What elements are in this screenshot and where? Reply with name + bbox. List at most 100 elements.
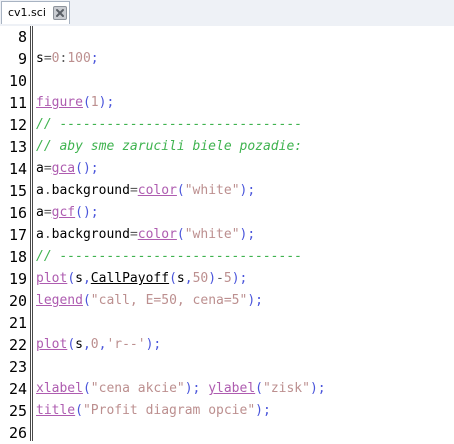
code-token: ) (208, 271, 217, 286)
line-number: 24 (8, 380, 27, 398)
code-token: ( (75, 205, 83, 220)
code-token: 'r--' (106, 337, 146, 352)
code-token: . (43, 183, 52, 198)
line-number: 9 (17, 50, 27, 68)
code-token: ; (106, 95, 115, 110)
code-text[interactable]: plot(s,CallPayoff(s,50)-5); (36, 268, 247, 290)
code-token: a (36, 183, 44, 198)
code-text[interactable]: s=0:100; (36, 48, 99, 70)
code-text[interactable]: plot(s,0,'r--'); (36, 334, 161, 356)
line-number: 21 (8, 314, 27, 332)
code-text[interactable]: legend("call, E=50, cena=5"); (36, 290, 263, 312)
code-line[interactable]: 25 title("Profit diagram opcie"); (0, 400, 454, 422)
code-token: ; (90, 161, 99, 176)
code-token: ) (309, 381, 318, 396)
code-token: ( (176, 183, 185, 198)
code-text[interactable]: xlabel("cena akcie"); ylabel("zisk"); (36, 378, 326, 400)
code-token: ; (153, 337, 162, 352)
code-token: - (216, 271, 224, 286)
code-text[interactable]: a.background=color("white"); (36, 224, 255, 246)
code-token: gca (51, 161, 76, 176)
code-token: // ------------------------------- (36, 249, 303, 264)
code-line[interactable]: 18 // ------------------------------- (0, 246, 454, 268)
code-token: "zisk" (263, 381, 310, 396)
code-token: legend (36, 293, 83, 308)
code-token: CallPayoff (90, 271, 170, 286)
code-text[interactable]: figure(1); (36, 92, 114, 114)
code-token: ; (239, 271, 248, 286)
code-token: 100 (67, 51, 91, 66)
code-token: color (137, 183, 177, 198)
code-token: background (51, 183, 130, 198)
code-token: = (43, 161, 52, 176)
code-text[interactable]: // ------------------------------- (36, 114, 302, 136)
code-token: , (82, 271, 91, 286)
code-token: , (184, 271, 193, 286)
line-number: 11 (8, 94, 27, 112)
code-token: ylabel (208, 381, 256, 396)
code-text[interactable]: title("Profit diagram opcie"); (36, 400, 271, 422)
code-token: a (36, 161, 44, 176)
code-line[interactable]: 8 (0, 26, 454, 48)
editor-tab-bar: cv1.sci (0, 0, 454, 26)
code-token: 50 (192, 271, 209, 286)
line-number: 16 (8, 204, 27, 222)
code-token: ( (169, 271, 177, 286)
code-token: ; (255, 293, 263, 308)
code-token: ( (82, 293, 91, 308)
code-line[interactable]: 13 // aby sme zarucili biele pozadie: (0, 136, 454, 158)
code-line[interactable]: 19 plot(s,CallPayoff(s,50)-5); (0, 268, 454, 290)
code-token: figure (36, 95, 83, 110)
code-text[interactable]: // ------------------------------- (36, 246, 302, 268)
code-line[interactable]: 15 a.background=color("white"); (0, 180, 454, 202)
tab-cv1-sci[interactable]: cv1.sci (1, 1, 70, 24)
code-line[interactable]: 16 a=gcf(); (0, 202, 454, 224)
code-token: s (176, 271, 185, 286)
code-token: = (129, 227, 138, 242)
code-line[interactable]: 17 a.background=color("white"); (0, 224, 454, 246)
code-token: ( (176, 227, 185, 242)
code-token: ; (317, 381, 326, 396)
code-token: , (82, 337, 91, 352)
code-token: ( (75, 161, 83, 176)
code-token: s (36, 51, 44, 66)
line-number: 8 (17, 28, 27, 46)
code-editor[interactable]: 8 9 s=0:100; 10 11 figure(1); 12 // -----------… (0, 26, 454, 442)
tab-label: cv1.sci (8, 6, 46, 19)
code-token: plot (36, 337, 68, 352)
line-number: 17 (8, 226, 27, 244)
code-token: // aby sme zarucili biele pozadie: (36, 139, 303, 154)
code-token: title (36, 403, 76, 418)
code-text[interactable]: a.background=color("white"); (36, 180, 255, 202)
code-token: a (36, 205, 44, 220)
line-number: 10 (8, 72, 27, 90)
code-line[interactable]: 11 figure(1); (0, 92, 454, 114)
code-line[interactable]: 20 legend("call, E=50, cena=5"); (0, 290, 454, 312)
code-line[interactable]: 23 (0, 356, 454, 378)
code-token: "Profit diagram opcie" (82, 403, 256, 418)
close-icon[interactable] (53, 6, 67, 20)
code-text[interactable]: // aby sme zarucili biele pozadie: (36, 136, 302, 158)
code-token: // ------------------------------- (36, 117, 303, 132)
code-token: ) (82, 205, 91, 220)
code-line[interactable]: 21 (0, 312, 454, 334)
code-token: = (43, 51, 52, 66)
code-line[interactable]: 9 s=0:100; (0, 48, 454, 70)
code-line[interactable]: 14 a=gca(); (0, 158, 454, 180)
code-token: "white" (184, 183, 240, 198)
code-text[interactable]: a=gcf(); (36, 202, 99, 224)
code-text[interactable]: a=gca(); (36, 158, 99, 180)
code-line[interactable]: 12 // ------------------------------- (0, 114, 454, 136)
code-token: xlabel (36, 381, 83, 396)
line-number: 22 (8, 336, 27, 354)
code-line[interactable]: 24 xlabel("cena akcie"); ylabel("zisk"); (0, 378, 454, 400)
code-token: ( (82, 95, 91, 110)
code-token: = (43, 205, 52, 220)
code-token: ) (255, 403, 263, 418)
code-token: ( (82, 381, 91, 396)
line-number: 12 (8, 116, 27, 134)
code-line[interactable]: 22 plot(s,0,'r--'); (0, 334, 454, 356)
code-line[interactable]: 10 (0, 70, 454, 92)
code-token: a (36, 227, 44, 242)
code-token: ( (67, 271, 76, 286)
